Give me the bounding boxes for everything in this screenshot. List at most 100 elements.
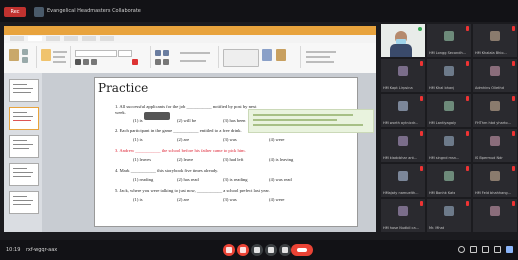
slide-thumbnail[interactable] <box>9 163 39 186</box>
ribbon-text <box>306 51 336 53</box>
copy-icon[interactable] <box>22 57 28 63</box>
participant-tile[interactable]: Mr. Mhat <box>427 199 471 232</box>
numbering-icon[interactable] <box>163 50 169 56</box>
slide-thumbnail[interactable] <box>9 191 39 214</box>
lock-icon[interactable] <box>506 246 513 253</box>
participant-tile[interactable]: HM Lantiyagaly <box>427 94 471 127</box>
slide-thumbnail[interactable] <box>9 79 39 102</box>
participant-name: HMajaty namuelth... <box>383 191 419 195</box>
notes-panel <box>248 109 374 133</box>
participant-tile[interactable]: IS Bpermud Ndr <box>473 129 517 162</box>
activities-icon[interactable] <box>494 246 501 253</box>
participant-name: HM Lantiyagaly <box>429 121 457 125</box>
participant-name: HM Khal bhanj <box>429 86 455 90</box>
question-2: 2. Each participant in the game ________… <box>115 128 242 133</box>
more-icon[interactable] <box>279 244 291 256</box>
participant-tile[interactable]: HM worth aytnicdr... <box>381 94 425 127</box>
ribbon-tab[interactable] <box>82 36 96 41</box>
q2-option-1: (1) is <box>133 137 143 142</box>
participant-tile[interactable]: HM Khal bhanj <box>427 59 471 92</box>
participant-tile[interactable]: HM kiadcbhar ant... <box>381 129 425 162</box>
paste-icon[interactable] <box>9 49 19 61</box>
participant-video <box>396 39 406 44</box>
underline-icon[interactable] <box>91 59 97 65</box>
bottom-bar: 10:19 rxf-wgqr-aax <box>0 240 518 260</box>
align-left-icon[interactable] <box>155 59 161 65</box>
powerpoint-titlebar <box>4 26 376 35</box>
question-3: 3. Andrew ___________ the school before … <box>115 148 246 153</box>
participant-tile[interactable]: HM singnd msn... <box>427 129 471 162</box>
raise-hand-icon[interactable] <box>265 244 277 256</box>
ribbon-tab[interactable] <box>64 36 78 41</box>
font-name-field[interactable] <box>75 50 117 57</box>
q1-option-1: (1) is <box>133 118 143 123</box>
participant-name: HM Kapt Lirpsina <box>383 86 413 90</box>
arrange-icon[interactable] <box>262 49 272 61</box>
info-icon[interactable] <box>458 246 465 253</box>
new-slide-icon[interactable] <box>41 49 51 61</box>
avatar <box>444 31 454 41</box>
mic-muted-icon <box>420 131 423 136</box>
current-slide[interactable]: Practice 1. All successful applicants fo… <box>94 77 358 227</box>
participant-tile[interactable]: HM Bonhk Kats <box>427 164 471 197</box>
ribbon-text <box>180 52 210 54</box>
participant-tile[interactable] <box>473 199 517 232</box>
question-1: 1. All successful applicants for the job… <box>115 104 257 109</box>
italic-icon[interactable] <box>83 59 89 65</box>
ribbon-text <box>306 61 334 63</box>
end-call-icon[interactable] <box>291 244 313 256</box>
bold-icon[interactable] <box>75 59 81 65</box>
bullets-icon[interactable] <box>155 50 161 56</box>
participant-tile[interactable]: HMajaty namuelth... <box>381 164 425 197</box>
participant-grid: HM Longg Secondh... HM Khalala Bhio... HM … <box>381 24 518 238</box>
participant-tile[interactable] <box>381 24 425 57</box>
mic-muted-icon <box>512 61 515 66</box>
mic-off-icon[interactable] <box>223 244 235 256</box>
quick-styles-icon[interactable] <box>276 49 286 61</box>
font-color-icon[interactable] <box>132 59 138 65</box>
avatar <box>490 66 500 76</box>
participant-name: HM Khalala Bhio... <box>475 51 507 55</box>
avatar <box>398 206 408 216</box>
q2-option-3: (3) was <box>223 137 237 142</box>
slide-title: Practice <box>98 81 149 95</box>
avatar <box>490 206 500 216</box>
shapes-icon[interactable] <box>223 49 259 67</box>
top-bar: Rec Evangelical Headmasters Collaborate <box>0 0 518 22</box>
camera-off-icon[interactable] <box>237 244 249 256</box>
caption-icon[interactable] <box>251 244 263 256</box>
participant-tile[interactable]: HM Feld bhahhang... <box>473 164 517 197</box>
avatar <box>398 101 408 111</box>
align-center-icon[interactable] <box>163 59 169 65</box>
mic-muted-icon <box>512 26 515 31</box>
ribbon-text <box>53 51 67 53</box>
slide-thumbnail[interactable] <box>9 107 39 130</box>
avatar <box>490 136 500 146</box>
participant-tile[interactable]: HM hose Nudbil ca... <box>381 199 425 232</box>
participant-tile[interactable]: Admhins Oliethd <box>473 59 517 92</box>
avatar <box>398 66 408 76</box>
ribbon-text <box>53 56 65 58</box>
font-size-field[interactable] <box>118 50 132 57</box>
avatar <box>444 66 454 76</box>
participant-tile[interactable]: HM Khalala Bhio... <box>473 24 517 57</box>
recording-badge: Rec <box>4 7 26 17</box>
slide-thumbnail[interactable] <box>9 135 39 158</box>
participant-name: Admhins Oliethd <box>475 86 504 90</box>
meeting-code: rxf-wgqr-aax <box>26 247 58 253</box>
participant-name: HM Longg Secondh... <box>429 51 467 55</box>
ribbon-tab[interactable] <box>100 36 114 41</box>
room-avatar-icon <box>34 7 44 17</box>
cut-icon[interactable] <box>22 49 28 55</box>
avatar <box>444 171 454 181</box>
participant-tile[interactable]: HM Kapt Lirpsina <box>381 59 425 92</box>
people-icon[interactable] <box>470 246 477 253</box>
participant-tile[interactable]: HM Longg Secondh... <box>427 24 471 57</box>
avatar <box>444 136 454 146</box>
mic-muted-icon <box>420 61 423 66</box>
ribbon-tab[interactable] <box>46 36 60 41</box>
ribbon-tab[interactable] <box>10 36 24 41</box>
chat-icon[interactable] <box>482 246 489 253</box>
participant-tile[interactable]: FHThm hbd yharto... <box>473 94 517 127</box>
ribbon-tab[interactable] <box>28 36 42 41</box>
